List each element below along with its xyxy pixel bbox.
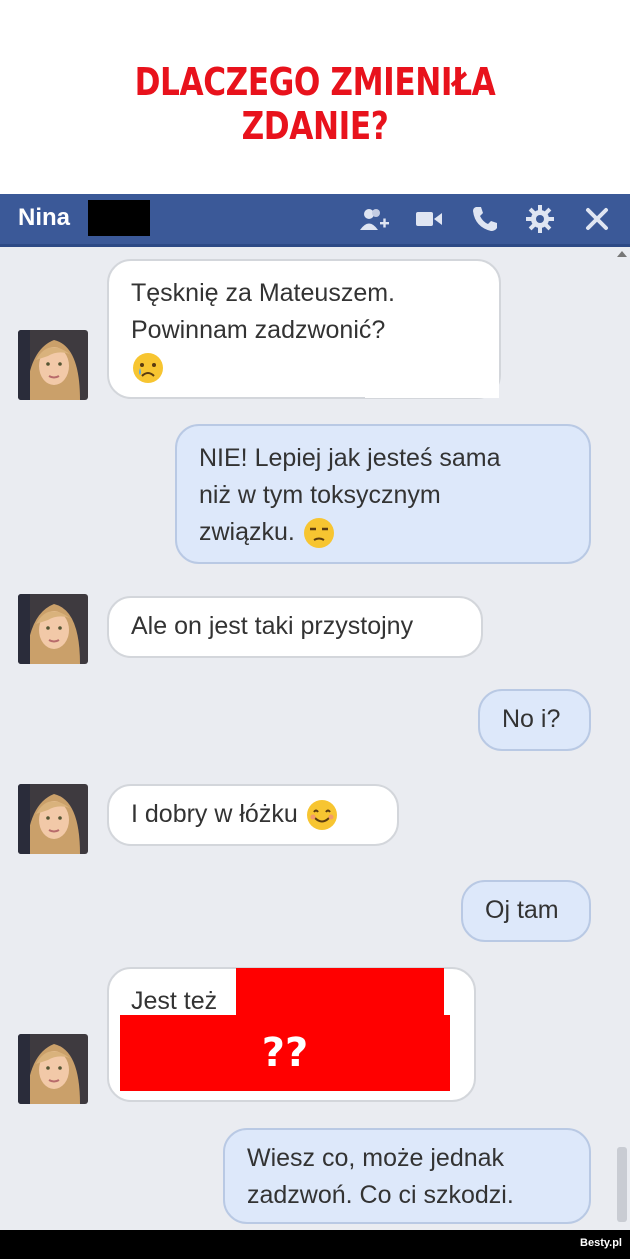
scroll-thumb[interactable] [617, 1147, 627, 1222]
smiling-face-icon [305, 798, 339, 832]
footer-bar [0, 1230, 630, 1259]
crying-face-icon [131, 351, 165, 385]
add-friend-icon[interactable] [358, 203, 390, 235]
message-text: Wiesz co, może jednak [247, 1144, 505, 1172]
avatar [18, 784, 88, 854]
message-text: związku. [199, 518, 295, 546]
message-text-with-emoji: związku. [199, 514, 567, 551]
headline: DLACZEGO ZMIENIŁA ZDANIE? [134, 60, 496, 148]
unamused-face-icon [302, 516, 336, 550]
message-bubble-outgoing: Wiesz co, może jednak zadzwoń. Co ci szk… [223, 1128, 591, 1224]
video-call-icon[interactable] [413, 203, 445, 235]
gear-icon[interactable] [524, 203, 556, 235]
avatar [18, 594, 88, 664]
message-text: I dobry w łóżku [131, 800, 298, 828]
message-bubble-incoming: Ale on jest taki przystojny [107, 596, 483, 658]
white-redaction [365, 352, 499, 398]
message-bubble-outgoing: Oj tam [461, 880, 591, 942]
message-text: Powinnam zadzwonić? [131, 316, 386, 344]
message-text: Ale on jest taki przystojny [131, 612, 414, 640]
message-text: NIE! Lepiej jak jesteś sama [199, 444, 501, 472]
red-redaction [236, 968, 444, 1020]
name-redaction [88, 200, 150, 236]
message-text-with-emoji: I dobry w łóżku [131, 796, 375, 833]
message-bubble-outgoing: No i? [478, 689, 591, 751]
chat-header: Nina [0, 194, 630, 247]
avatar [18, 330, 88, 400]
message-text: No i? [502, 705, 561, 733]
message-text: niż w tym toksycznym [199, 481, 441, 509]
scrollbar[interactable] [614, 247, 630, 1230]
question-marks: ?? [261, 1030, 309, 1076]
message-bubble-incoming: I dobry w łóżku [107, 784, 399, 846]
avatar [18, 1034, 88, 1104]
close-icon[interactable] [581, 203, 613, 235]
contact-name[interactable]: Nina [18, 204, 70, 232]
watermark-logo: Besty.pl [580, 1237, 622, 1249]
message-text: Tęsknię za Mateuszem. [131, 279, 395, 307]
phone-icon[interactable] [469, 203, 501, 235]
white-redaction [180, 352, 365, 396]
message-bubble-outgoing: NIE! Lepiej jak jesteś sama niż w tym to… [175, 424, 591, 564]
message-text: zadzwoń. Co ci szkodzi. [247, 1181, 514, 1209]
message-text: Oj tam [485, 896, 559, 924]
scroll-up-arrow-icon[interactable] [617, 251, 627, 257]
